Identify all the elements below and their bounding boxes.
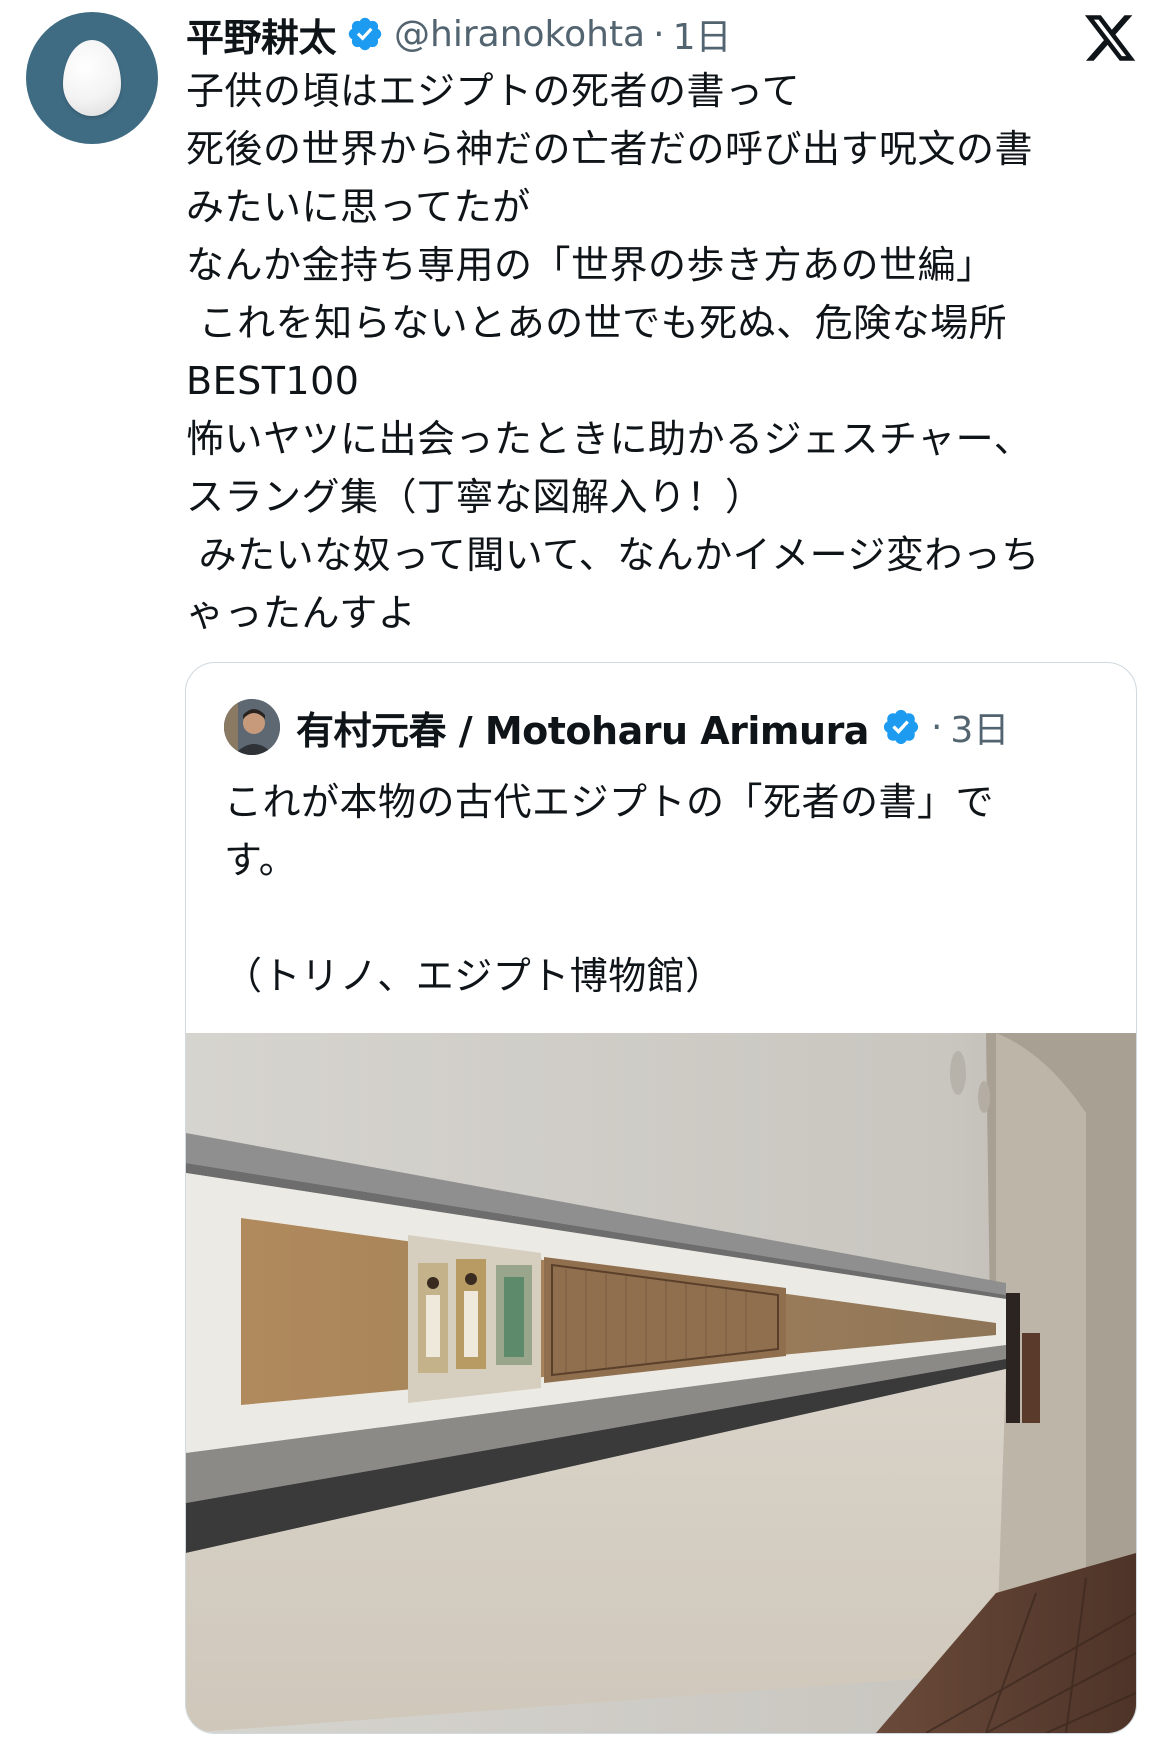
header-separator: · (653, 13, 665, 55)
tweet-header: 平野耕太 @hiranokohta · 1日 (186, 6, 731, 62)
museum-papyrus-photo[interactable] (186, 1033, 1136, 1733)
author-handle[interactable]: @hiranokohta (394, 14, 645, 55)
quoted-body: これが本物の古代エジプトの「死者の書」で す。 （トリノ、エジプト博物館） (224, 780, 995, 998)
verified-badge-icon (348, 17, 382, 51)
quoted-author-name[interactable]: 有村元春 / Motoharu Arimura (296, 700, 869, 755)
quoted-verified-badge-icon (883, 709, 919, 745)
quoted-timestamp[interactable]: 3日 (950, 701, 1009, 753)
tweet-body: 子供の頃はエジプトの死者の書って 死後の世界から神だの亡者だの呼び出す呪文の書 … (186, 69, 1040, 635)
egg-avatar-icon (63, 40, 121, 116)
x-logo-icon (1084, 15, 1136, 61)
author-avatar[interactable] (26, 12, 158, 144)
quoted-tweet[interactable]: 有村元春 / Motoharu Arimura · 3日 これが本物の古代エジプ… (185, 662, 1137, 1734)
quoted-header: 有村元春 / Motoharu Arimura · 3日 (224, 699, 1009, 755)
quoted-author-avatar (224, 699, 280, 755)
author-name[interactable]: 平野耕太 (186, 7, 337, 62)
quoted-separator: · (930, 706, 943, 748)
tweet-timestamp[interactable]: 1日 (673, 8, 732, 60)
